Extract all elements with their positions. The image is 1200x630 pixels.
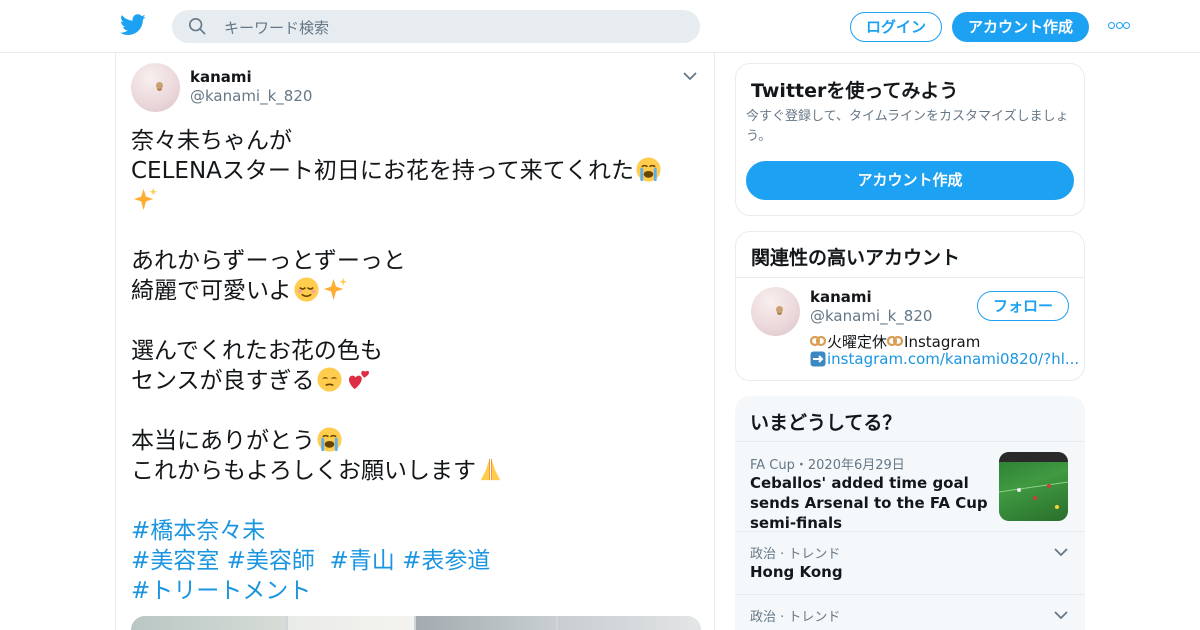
trend-title[interactable]: Ceballos' added time goal sends Arsenal … (750, 473, 990, 533)
twitter-bird-icon[interactable] (120, 14, 146, 36)
search-box[interactable] (172, 10, 700, 45)
tweet-text: 奈々未ちゃんが CELENAスタート初日にお花を持って来てくれた あれからずーっ… (131, 126, 701, 486)
signup-card-title: Twitterを使ってみよう (751, 80, 959, 102)
more-dots-icon[interactable] (1108, 22, 1130, 30)
pretzel-icon (810, 335, 826, 347)
hashtag-link[interactable]: #美容室 (131, 548, 219, 574)
trend-title[interactable]: Hong Kong (750, 563, 843, 581)
hashtag-link[interactable]: #橋本奈々未 (131, 518, 265, 544)
signup-card-subtitle: 今すぐ登録して、タイムラインをカスタマイズしましょう。 (746, 109, 1069, 144)
related-account-bio-link[interactable]: instagram.com/kanami0820/?hl... (810, 350, 1079, 368)
trends-card: いまどうしてる？ FA Cup・2020年6月29日 Ceballos' add… (735, 396, 1085, 630)
crying-face-icon (317, 427, 342, 452)
related-account-handle[interactable]: @kanami_k_820 (810, 307, 932, 325)
divider (736, 277, 1084, 278)
hashtag-link[interactable]: #青山 (330, 548, 395, 574)
signup-card: Twitterを使ってみよう 今すぐ登録して、タイムラインをカスタマイズしましょ… (735, 63, 1085, 216)
trend-meta: 政治 · トレンド (750, 547, 841, 562)
related-accounts-card: 関連性の高いアカウント kanami @kanami_k_820 フォロー 火曜… (735, 231, 1085, 381)
media-photo[interactable] (558, 616, 701, 630)
two-hearts-icon (348, 370, 369, 390)
sparkles-icon (133, 187, 158, 211)
tweet-media-grid[interactable] (131, 616, 701, 630)
search-input[interactable] (222, 10, 686, 45)
relieved-face-icon (293, 277, 319, 302)
trends-title: いまどうしてる？ (750, 412, 902, 434)
tweet-author-handle[interactable]: @kanami_k_820 (190, 87, 312, 105)
pretzel-icon (887, 335, 904, 347)
trend-meta: FA Cup・2020年6月29日 (750, 458, 905, 473)
signup-button[interactable]: アカウント作成 (952, 12, 1089, 42)
trend-item[interactable]: FA Cup・2020年6月29日 Ceballos' added time g… (735, 441, 1085, 533)
search-icon (188, 17, 206, 35)
soccer-field-thumbnail (999, 452, 1068, 509)
top-navigation-bar: ログイン アカウント作成 (0, 0, 1200, 53)
hashtag-link[interactable]: #トリートメント (131, 578, 311, 604)
avatar[interactable] (751, 287, 800, 336)
trend-meta: 政治 · トレンド (750, 610, 841, 625)
follow-button[interactable]: フォロー (977, 291, 1069, 321)
heart-eyes-face-icon (316, 367, 342, 392)
trend-thumbnail[interactable] (999, 452, 1068, 521)
media-photo[interactable] (288, 616, 414, 630)
tweet-author-name[interactable]: kanami (190, 68, 252, 86)
tweet-column: kanami @kanami_k_820 奈々未ちゃんが CELENAスタート初… (115, 53, 715, 630)
hashtag-link[interactable]: #美容師 (227, 548, 315, 574)
folded-hands-icon (480, 458, 501, 481)
right-arrow-icon (810, 351, 826, 367)
related-account-bio: 火曜定休 Instagram (810, 331, 980, 352)
chevron-down-icon[interactable] (683, 71, 697, 81)
related-accounts-title: 関連性の高いアカウント (751, 247, 961, 269)
chevron-down-icon[interactable] (1054, 610, 1068, 620)
media-photo[interactable] (131, 616, 286, 630)
crying-face-icon (636, 157, 661, 182)
avatar[interactable] (131, 63, 180, 112)
tweet-hashtags: #橋本奈々未 #美容室 #美容師 #青山 #表参道 #トリートメント (131, 516, 701, 606)
chevron-down-icon[interactable] (1054, 547, 1068, 557)
trend-item[interactable]: 政治 · トレンド Hong Kong (735, 531, 1085, 594)
login-button[interactable]: ログイン (850, 12, 942, 42)
hashtag-link[interactable]: #表参道 (402, 548, 490, 574)
sparkles-icon (323, 277, 347, 301)
signup-card-button[interactable]: アカウント作成 (746, 161, 1074, 200)
trend-item[interactable]: 政治 · トレンド (735, 594, 1085, 630)
related-account-name[interactable]: kanami (810, 288, 872, 306)
media-photo[interactable] (416, 616, 556, 630)
